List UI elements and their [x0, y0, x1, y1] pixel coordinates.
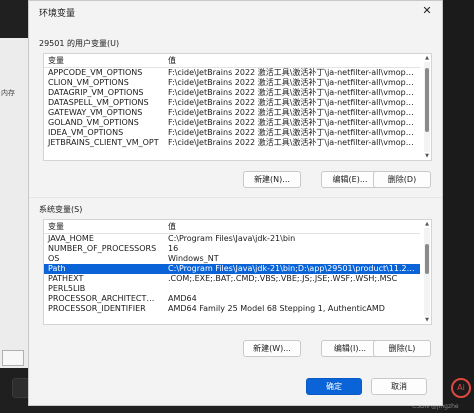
table-row[interactable]: DATASPELL_VM_OPTIONS F:\cide\JetBrains 20…: [44, 98, 420, 108]
variable-name-cell: Path: [44, 264, 164, 274]
table-row[interactable]: PROCESSOR_ARCHITECTURE AMD64: [44, 294, 420, 304]
table-row[interactable]: NUMBER_OF_PROCESSORS 16: [44, 244, 420, 254]
variable-name-cell: DATASPELL_VM_OPTIONS: [48, 98, 149, 107]
scrollbar-thumb[interactable]: [425, 244, 429, 274]
scroll-down-icon[interactable]: ▼: [424, 317, 430, 323]
table-row[interactable]: OS Windows_NT: [44, 254, 420, 264]
table-row[interactable]: GATEWAY_VM_OPTIONS F:\cide\JetBrains 2022…: [44, 108, 420, 118]
variable-name-cell: NUMBER_OF_PROCESSORS: [48, 244, 157, 253]
variable-value-cell: Windows_NT: [168, 254, 219, 263]
column-header-variable[interactable]: 变量: [44, 220, 164, 234]
scrollbar-thumb[interactable]: [425, 68, 429, 132]
user-variables-list[interactable]: 变量 值 APPCODE_VM_OPTIONS F:\cide\JetBrains…: [43, 53, 432, 161]
background-dark-strip: [443, 0, 474, 413]
variable-name-cell: PATHEXT: [48, 274, 84, 283]
system-edit-button[interactable]: 编辑(I)...: [321, 340, 379, 357]
background-button: [2, 350, 24, 366]
variable-value-cell: C:\Program Files\Java\jdk-21\bin: [168, 234, 296, 243]
table-row[interactable]: JAVA_HOME C:\Program Files\Java\jdk-21\bi…: [44, 234, 420, 245]
environment-variables-dialog: 环境变量 ✕ 29501 的用户变量(U) 变量 值 APPCODE_VM_OP…: [28, 0, 443, 406]
variable-name-cell: IDEA_VM_OPTIONS: [48, 128, 124, 137]
variable-name-cell: OS: [48, 254, 60, 263]
table-row[interactable]: GOLAND_VM_OPTIONS F:\cide\JetBrains 2022 …: [44, 118, 420, 128]
variable-name-cell: JAVA_HOME: [48, 234, 94, 243]
system-new-button[interactable]: 新建(W)...: [243, 340, 301, 357]
variable-value-cell: F:\cide\JetBrains 2022 激活工具\激活补丁\ja-netf…: [168, 108, 420, 117]
variable-value-cell: F:\cide\JetBrains 2022 激活工具\激活补丁\ja-netf…: [168, 88, 420, 97]
ok-button[interactable]: 确定: [306, 378, 362, 395]
variable-value-cell: AMD64 Family 25 Model 68 Stepping 1, Aut…: [168, 304, 385, 313]
scroll-down-icon[interactable]: ▼: [424, 153, 430, 159]
variable-value-cell: .COM;.EXE;.BAT;.CMD;.VBS;.VBE;.JS;.JSE;.…: [168, 274, 398, 283]
variable-name-cell: GATEWAY_VM_OPTIONS: [48, 108, 143, 117]
scroll-up-icon[interactable]: ▲: [424, 221, 430, 227]
column-header-variable[interactable]: 变量: [44, 54, 164, 68]
section-divider: [29, 197, 442, 198]
variable-value-cell: F:\cide\JetBrains 2022 激活工具\激活补丁\ja-netf…: [168, 138, 420, 147]
system-delete-button[interactable]: 删除(L): [373, 340, 431, 357]
ai-assistant-icon[interactable]: Ai: [451, 378, 471, 398]
variable-value-cell: [164, 284, 420, 294]
user-edit-button[interactable]: 编辑(E)...: [321, 171, 379, 188]
variable-name-cell: CLION_VM_OPTIONS: [48, 78, 129, 87]
table-row[interactable]: JETBRAINS_CLIENT_VM_OPT F:\cide\JetBrains…: [44, 138, 420, 148]
column-header-value[interactable]: 值: [164, 220, 420, 234]
system-variables-label: 系统变量(S): [39, 205, 83, 214]
variable-name-cell: PROCESSOR_ARCHITECTURE: [48, 294, 163, 303]
table-row[interactable]: PATHEXT .COM;.EXE;.BAT;.CMD;.VBS;.VBE;.JS…: [44, 274, 420, 284]
table-row[interactable]: PROCESSOR_IDENTIFIER AMD64 Family 25 Mode…: [44, 304, 420, 314]
background-window-fragment: 内存: [0, 38, 29, 368]
table-row[interactable]: IDEA_VM_OPTIONS F:\cide\JetBrains 2022 激活…: [44, 128, 420, 138]
user-variables-label: 29501 的用户变量(U): [39, 39, 120, 48]
table-row[interactable]: PERL5LIB: [44, 284, 420, 294]
title-bar: 环境变量 ✕: [29, 1, 442, 23]
table-row[interactable]: APPCODE_VM_OPTIONS F:\cide\JetBrains 2022…: [44, 68, 420, 79]
variable-value-cell: F:\cide\JetBrains 2022 激活工具\激活补丁\ja-netf…: [168, 118, 420, 127]
variable-name-cell: PERL5LIB: [48, 284, 86, 293]
variable-name-cell: JETBRAINS_CLIENT_VM_OPT: [48, 138, 159, 147]
table-row[interactable]: CLION_VM_OPTIONS F:\cide\JetBrains 2022 激…: [44, 78, 420, 88]
variable-name-cell: APPCODE_VM_OPTIONS: [48, 68, 143, 77]
variable-value-cell: F:\cide\JetBrains 2022 激活工具\激活补丁\ja-netf…: [168, 98, 420, 107]
variable-value-cell: C:\Program Files\Java\jdk-21\bin;D:\app\…: [164, 264, 420, 274]
cancel-button[interactable]: 取消: [371, 378, 427, 395]
variable-value-cell: F:\cide\JetBrains 2022 激活工具\激活补丁\ja-netf…: [168, 128, 420, 137]
user-new-button[interactable]: 新建(N)...: [243, 171, 301, 188]
system-variables-list[interactable]: 变量 值 JAVA_HOME C:\Program Files\Java\jdk-…: [43, 219, 432, 325]
table-row[interactable]: Path C:\Program Files\Java\jdk-21\bin;D:\…: [44, 264, 420, 274]
variable-value-cell: AMD64: [168, 294, 197, 303]
column-header-value[interactable]: 值: [164, 54, 420, 68]
dialog-title: 环境变量: [39, 9, 76, 19]
variable-name-cell: PROCESSOR_IDENTIFIER: [48, 304, 146, 313]
table-row[interactable]: DATAGRIP_VM_OPTIONS F:\cide\JetBrains 202…: [44, 88, 420, 98]
close-icon[interactable]: ✕: [420, 4, 434, 18]
variable-value-cell: F:\cide\JetBrains 2022 激活工具\激活补丁\ja-netf…: [168, 78, 420, 87]
background-label: 内存: [1, 89, 15, 97]
variable-name-cell: DATAGRIP_VM_OPTIONS: [48, 88, 144, 97]
variable-value-cell: 16: [168, 244, 179, 253]
variable-value-cell: F:\cide\JetBrains 2022 激活工具\激活补丁\ja-netf…: [168, 68, 420, 77]
scroll-up-icon[interactable]: ▲: [424, 55, 430, 61]
variable-name-cell: GOLAND_VM_OPTIONS: [48, 118, 139, 127]
user-delete-button[interactable]: 删除(D): [373, 171, 431, 188]
